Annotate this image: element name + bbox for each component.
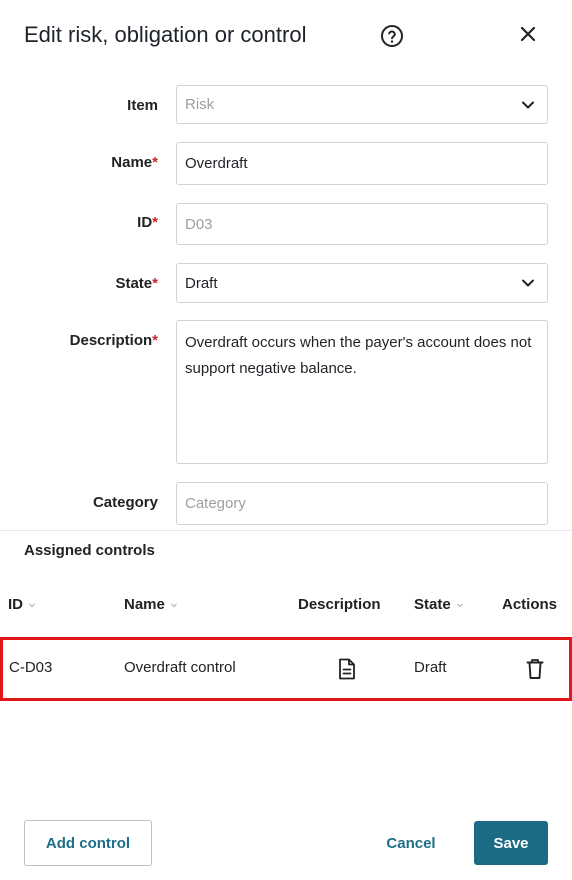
- item-label: Item: [127, 97, 158, 114]
- description-row: Description* Overdraft occurs when the p…: [0, 320, 572, 464]
- trash-icon[interactable]: [525, 658, 545, 680]
- add-control-button[interactable]: Add control: [24, 820, 152, 866]
- category-row: Category Category: [0, 482, 572, 525]
- description-textarea[interactable]: Overdraft occurs when the payer's accoun…: [176, 320, 548, 464]
- cancel-button[interactable]: Cancel: [376, 820, 446, 866]
- id-input-placeholder: D03: [185, 215, 213, 233]
- sort-icon: [456, 603, 463, 607]
- sort-icon: [29, 603, 35, 607]
- id-label: ID*: [137, 214, 158, 231]
- save-button[interactable]: Save: [474, 821, 548, 865]
- category-input[interactable]: Category: [176, 482, 548, 525]
- chevron-down-icon: [522, 101, 534, 108]
- control-id: C-D03: [9, 659, 53, 676]
- item-select-value: Risk: [185, 96, 215, 113]
- column-header-description: Description: [298, 596, 381, 613]
- state-row: State* Draft: [0, 263, 572, 303]
- column-header-actions: Actions: [502, 596, 558, 613]
- column-header-name[interactable]: Name: [124, 596, 178, 613]
- state-label: State*: [115, 275, 158, 292]
- category-input-placeholder: Category: [185, 495, 246, 512]
- control-state: Draft: [414, 659, 447, 676]
- dialog-title: Edit risk, obligation or control: [24, 22, 307, 47]
- name-input[interactable]: Overdraft: [176, 142, 548, 185]
- description-textarea-value: Overdraft occurs when the payer's accoun…: [185, 334, 532, 377]
- name-label: Name*: [111, 154, 158, 171]
- column-header-state[interactable]: State: [414, 596, 464, 613]
- chevron-down-icon: [522, 279, 534, 287]
- document-icon[interactable]: [337, 658, 357, 680]
- state-select[interactable]: Draft: [176, 263, 548, 303]
- dialog-header: Edit risk, obligation or control: [24, 18, 548, 54]
- section-divider: [0, 530, 572, 531]
- sort-icon: [170, 603, 177, 607]
- item-select[interactable]: Risk: [176, 85, 548, 124]
- close-icon[interactable]: [518, 24, 538, 44]
- id-row: ID* D03: [0, 203, 572, 245]
- controls-table-header: ID Name Description State Actions: [0, 596, 572, 618]
- table-row[interactable]: C-D03 Overdraft control Draft: [0, 637, 572, 701]
- column-header-id[interactable]: ID: [8, 596, 36, 613]
- name-row: Name* Overdraft: [0, 142, 572, 185]
- description-label: Description*: [69, 332, 158, 349]
- category-label: Category: [92, 494, 158, 511]
- control-name: Overdraft control: [124, 659, 236, 676]
- name-input-value: Overdraft: [185, 155, 248, 172]
- help-icon[interactable]: [380, 24, 404, 48]
- state-select-value: Draft: [185, 274, 218, 292]
- assigned-controls-title: Assigned controls: [24, 542, 155, 559]
- id-input[interactable]: D03: [176, 203, 548, 245]
- item-row: Item Risk: [0, 85, 572, 125]
